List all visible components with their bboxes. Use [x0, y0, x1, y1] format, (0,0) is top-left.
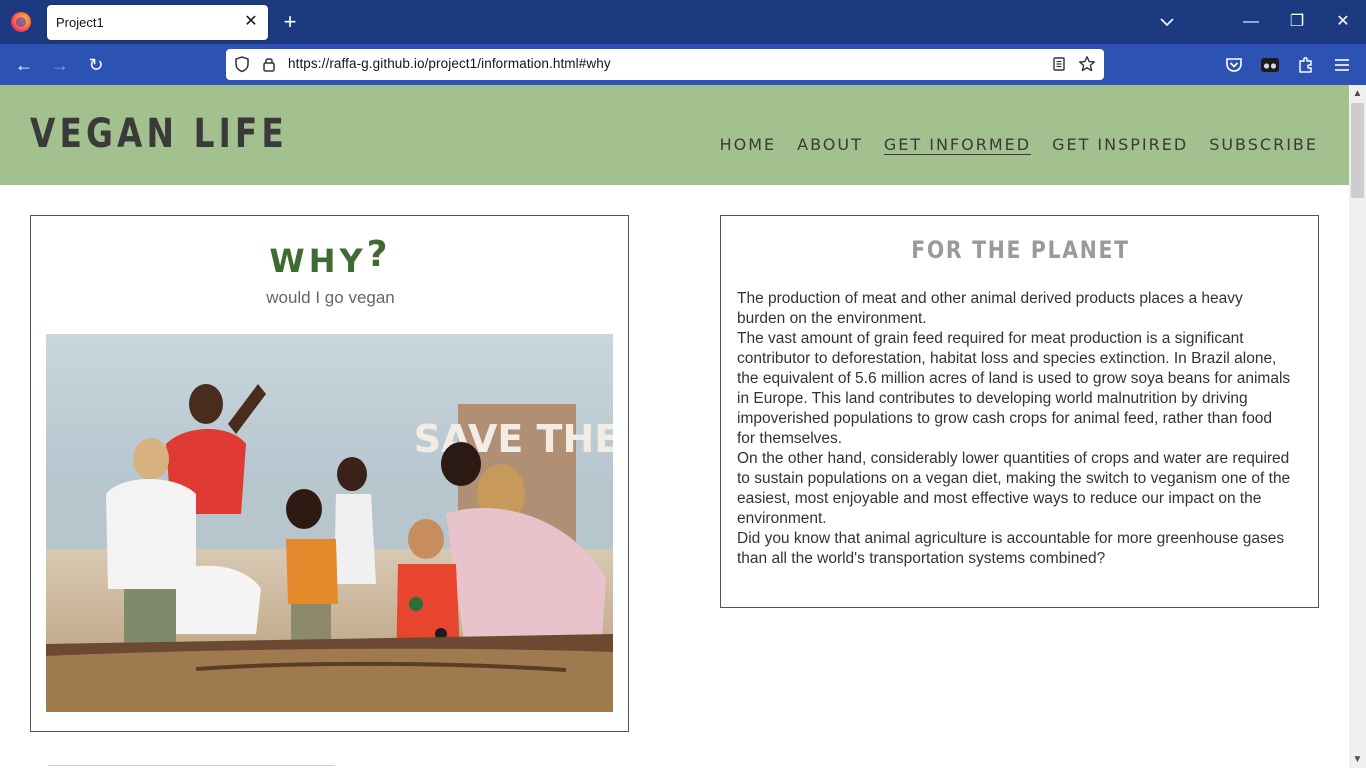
- why-heading-question-mark: ?: [366, 234, 392, 275]
- planet-paragraph-4: Did you know that animal agriculture is …: [737, 530, 1285, 567]
- planet-paragraph-1: The production of meat and other animal …: [737, 290, 1243, 327]
- browser-tab-active[interactable]: Project1 ✕: [47, 5, 268, 40]
- list-all-tabs-chevron-icon[interactable]: [1156, 11, 1178, 33]
- close-window-icon[interactable]: ✕: [1320, 0, 1366, 44]
- for-the-planet-card: FOR THE PLANET The production of meat an…: [720, 215, 1319, 608]
- pocket-icon[interactable]: [1222, 53, 1246, 77]
- tracking-protection-shield-icon[interactable]: [233, 55, 251, 73]
- for-the-planet-heading: FOR THE PLANET: [911, 236, 1130, 264]
- back-arrow-icon[interactable]: ←: [10, 51, 38, 79]
- restore-window-icon[interactable]: ❐: [1274, 0, 1320, 44]
- nav-link-get-inspired[interactable]: GET INSPIRED: [1052, 135, 1188, 154]
- nav-link-home[interactable]: HOME: [720, 135, 777, 154]
- forward-arrow-icon[interactable]: →: [46, 51, 74, 79]
- page-viewport: VEGAN LIFE HOME ABOUT GET INFORMED GET I…: [0, 85, 1349, 768]
- tab-close-icon[interactable]: ✕: [242, 12, 260, 32]
- scroll-down-arrow-icon[interactable]: ▼: [1349, 751, 1366, 768]
- firefox-logo-icon[interactable]: [11, 12, 31, 32]
- family-beach-photo: SAVE THE: [46, 334, 613, 712]
- reload-icon[interactable]: ↻: [82, 51, 110, 79]
- nav-link-get-informed[interactable]: GET INFORMED: [884, 135, 1031, 154]
- padlock-icon[interactable]: [260, 55, 278, 73]
- planet-paragraph-2: The vast amount of grain feed required f…: [737, 330, 1291, 447]
- hamburger-menu-icon[interactable]: [1330, 53, 1354, 77]
- url-text[interactable]: https://raffa-g.github.io/project1/infor…: [288, 56, 611, 71]
- nav-link-subscribe[interactable]: SUBSCRIBE: [1209, 135, 1318, 154]
- why-subtitle: would I go vegan: [266, 288, 395, 307]
- site-logo-text[interactable]: VEGAN LIFE: [30, 111, 288, 157]
- minimize-window-icon[interactable]: —: [1228, 0, 1274, 44]
- main-navigation: HOME ABOUT GET INFORMED GET INSPIRED SUB…: [720, 135, 1318, 154]
- extension-mask-icon[interactable]: [1258, 53, 1282, 77]
- browser-tab-bar: Project1 ✕ + — ❐ ✕: [0, 0, 1366, 44]
- scrollbar-thumb[interactable]: [1351, 103, 1364, 198]
- bookmark-star-icon[interactable]: [1078, 55, 1096, 73]
- scroll-up-arrow-icon[interactable]: ▲: [1349, 85, 1366, 102]
- for-the-planet-text: The production of meat and other animal …: [737, 289, 1293, 569]
- planet-paragraph-3: On the other hand, considerably lower qu…: [737, 450, 1291, 527]
- site-header: VEGAN LIFE HOME ABOUT GET INFORMED GET I…: [0, 85, 1349, 185]
- url-bar[interactable]: https://raffa-g.github.io/project1/infor…: [226, 49, 1104, 80]
- why-heading-word: WHY: [269, 242, 367, 280]
- tab-title: Project1: [56, 15, 104, 30]
- why-heading: WHY?: [31, 234, 630, 281]
- extensions-puzzle-icon[interactable]: [1294, 53, 1318, 77]
- new-tab-plus-icon[interactable]: +: [279, 10, 301, 34]
- nav-link-about[interactable]: ABOUT: [797, 135, 863, 154]
- reader-view-icon[interactable]: [1050, 55, 1068, 73]
- why-card: WHY? would I go vegan SAVE THE: [30, 215, 629, 732]
